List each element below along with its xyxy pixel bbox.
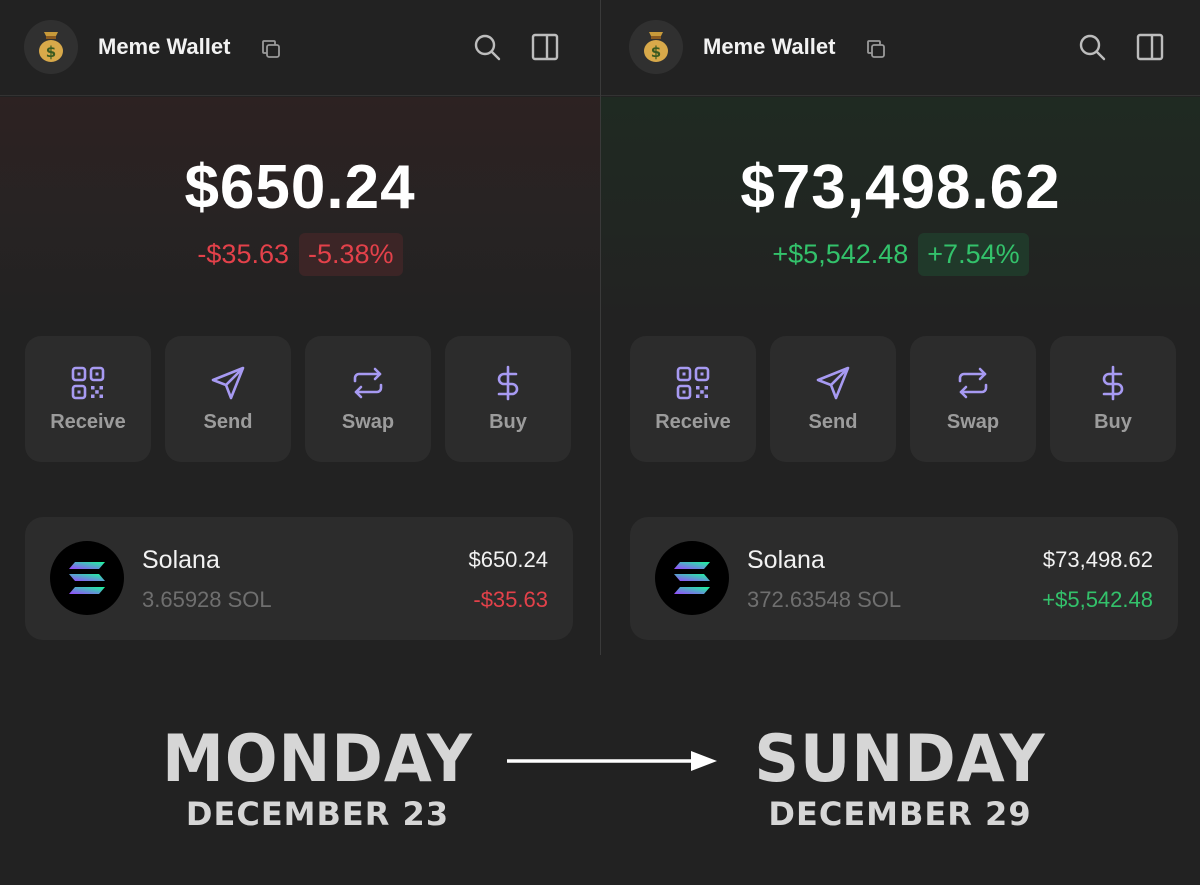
- search-icon[interactable]: [473, 33, 501, 61]
- change-percent-badge: +7.54%: [918, 233, 1029, 276]
- caption-to: SUNDAY DECEMBER 29: [735, 720, 1065, 833]
- svg-text:$: $: [46, 43, 56, 61]
- action-buttons: Receive Send Swap Buy: [25, 336, 571, 462]
- token-row-solana[interactable]: Solana 372.63548 SOL $73,498.62 +$5,542.…: [630, 517, 1178, 640]
- wallet-panel-before: $ Meme Wallet $650.24 -$35.63 -5.38% Rec…: [0, 0, 600, 655]
- change-percent-badge: -5.38%: [299, 233, 403, 276]
- token-name: Solana: [747, 546, 825, 574]
- token-amount: 3.65928 SOL: [142, 587, 272, 612]
- from-day: MONDAY: [162, 720, 473, 797]
- sidebar-toggle-icon[interactable]: [1136, 33, 1164, 61]
- send-label: Send: [203, 410, 253, 433]
- total-balance: $650.24: [184, 153, 416, 222]
- wallet-panel-after: $ Meme Wallet $73,498.62 +$5,542.48 +7.5…: [601, 0, 1200, 655]
- swap-icon: [958, 367, 988, 398]
- dollar-icon: [1102, 365, 1124, 400]
- swap-icon: [353, 367, 383, 398]
- send-button[interactable]: Send: [165, 336, 291, 462]
- wallet-avatar[interactable]: $: [629, 20, 683, 74]
- token-value: $650.24: [468, 547, 548, 572]
- balance-section: $73,498.62 +$5,542.48 +7.54%: [601, 97, 1200, 322]
- buy-button[interactable]: Buy: [1050, 336, 1176, 462]
- balance-change: -$35.63 -5.38%: [0, 233, 600, 276]
- send-icon: [816, 366, 850, 399]
- receive-button[interactable]: Receive: [630, 336, 756, 462]
- buy-label: Buy: [489, 410, 527, 433]
- receive-label: Receive: [655, 410, 731, 433]
- swap-label: Swap: [946, 410, 1000, 433]
- receive-button[interactable]: Receive: [25, 336, 151, 462]
- token-change: -$35.63: [473, 587, 548, 612]
- wallet-avatar[interactable]: $: [24, 20, 78, 74]
- svg-text:$: $: [651, 43, 661, 61]
- token-row-solana[interactable]: Solana 3.65928 SOL $650.24 -$35.63: [25, 517, 573, 640]
- change-value: -$35.63: [197, 239, 289, 269]
- swap-button[interactable]: Swap: [305, 336, 431, 462]
- change-value: +$5,542.48: [772, 239, 909, 269]
- token-change: +$5,542.48: [1042, 587, 1153, 612]
- balance-change: +$5,542.48 +7.54%: [601, 233, 1200, 276]
- send-button[interactable]: Send: [770, 336, 896, 462]
- buy-button[interactable]: Buy: [445, 336, 571, 462]
- token-amount: 372.63548 SOL: [747, 587, 902, 612]
- solana-logo-icon: [655, 541, 729, 615]
- total-balance: $73,498.62: [740, 153, 1061, 222]
- copy-icon[interactable]: [864, 37, 888, 61]
- token-value: $73,498.62: [1042, 547, 1153, 572]
- from-date: DECEMBER 23: [185, 795, 450, 833]
- copy-icon[interactable]: [259, 37, 283, 61]
- swap-button[interactable]: Swap: [910, 336, 1036, 462]
- qr-code-icon: [676, 366, 710, 399]
- money-bag-icon: $: [39, 32, 63, 62]
- send-icon: [211, 366, 245, 399]
- action-buttons: Receive Send Swap Buy: [630, 336, 1176, 462]
- solana-logo-icon: [50, 541, 124, 615]
- qr-code-icon: [71, 366, 105, 399]
- to-day: SUNDAY: [754, 720, 1046, 797]
- wallet-name[interactable]: Meme Wallet: [703, 34, 835, 60]
- to-date: DECEMBER 29: [768, 795, 1032, 833]
- dollar-icon: [497, 365, 519, 400]
- caption-from: MONDAY DECEMBER 23: [150, 720, 485, 833]
- wallet-header: $ Meme Wallet: [0, 0, 600, 96]
- wallet-name[interactable]: Meme Wallet: [98, 34, 230, 60]
- sidebar-toggle-icon[interactable]: [531, 33, 559, 61]
- arrow-right-icon: [507, 751, 717, 771]
- buy-label: Buy: [1094, 410, 1132, 433]
- send-label: Send: [808, 410, 858, 433]
- search-icon[interactable]: [1078, 33, 1106, 61]
- balance-section: $650.24 -$35.63 -5.38%: [0, 97, 600, 322]
- token-name: Solana: [142, 546, 220, 574]
- swap-label: Swap: [341, 410, 395, 433]
- wallet-header: $ Meme Wallet: [601, 0, 1200, 96]
- money-bag-icon: $: [644, 32, 668, 62]
- receive-label: Receive: [50, 410, 126, 433]
